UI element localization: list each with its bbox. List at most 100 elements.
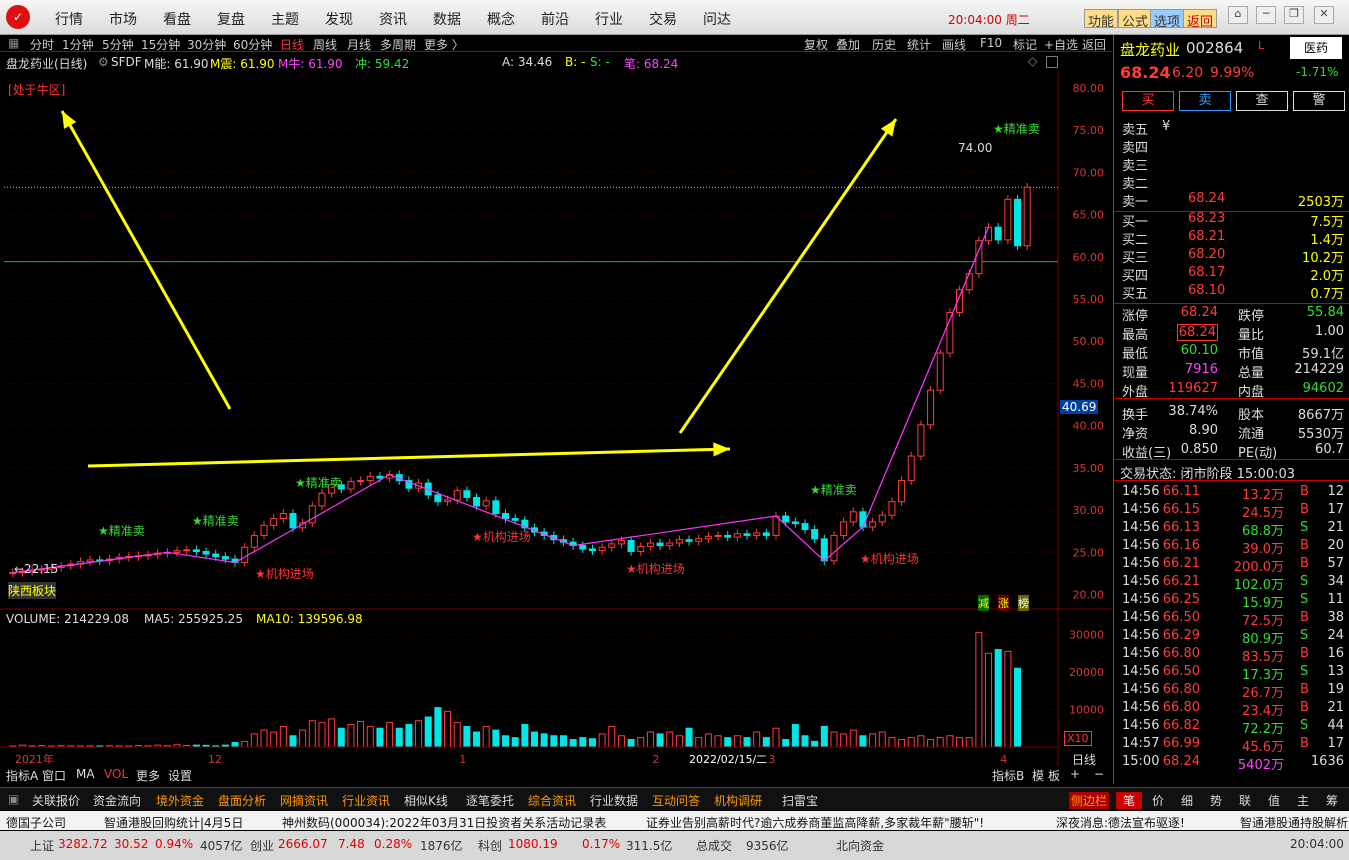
period-10[interactable]: 更多 〉 bbox=[424, 36, 464, 53]
chart-tool-0[interactable]: 复权 bbox=[804, 36, 828, 53]
info-tab-0[interactable]: 关联报价 bbox=[32, 792, 80, 809]
menu-item-3[interactable]: 复盘 bbox=[217, 9, 245, 29]
period-5[interactable]: 60分钟 bbox=[233, 36, 272, 53]
action-button-3[interactable]: 警 bbox=[1293, 91, 1345, 111]
menu-item-0[interactable]: 行情 bbox=[55, 9, 83, 29]
menu-tag-3[interactable]: 返回 bbox=[1183, 9, 1218, 30]
period-6[interactable]: 日线 bbox=[280, 36, 304, 53]
side-tab-4[interactable]: 联 bbox=[1232, 792, 1258, 809]
period-8[interactable]: 月线 bbox=[347, 36, 371, 53]
chart-canvas[interactable]: 80.00 75.00 70.00 65.00 60.00 55.00 50.00 45.00… bbox=[0, 71, 1112, 770]
chart-tool-3[interactable]: 统计 bbox=[907, 36, 931, 53]
close-icon[interactable]: ✕ bbox=[1314, 6, 1334, 24]
side-tab-7[interactable]: 筹 bbox=[1319, 792, 1345, 809]
trade-status: 交易状态: 闭市阶段 15:00:03 bbox=[1120, 467, 1296, 482]
jian-icon[interactable]: 减 bbox=[978, 595, 989, 611]
period-7[interactable]: 周线 bbox=[313, 36, 337, 53]
bang-icon[interactable]: 榜 bbox=[1018, 595, 1029, 611]
period-9[interactable]: 多周期 bbox=[380, 36, 416, 53]
app-logo-icon[interactable]: ✓ bbox=[6, 5, 30, 29]
chart-tool-4[interactable]: 画线 bbox=[942, 36, 966, 53]
info-tab-8[interactable]: 综合资讯 bbox=[528, 792, 576, 809]
info-tab-5[interactable]: 行业资讯 bbox=[342, 792, 390, 809]
zhang-icon[interactable]: 涨 bbox=[998, 595, 1009, 611]
side-tab-1[interactable]: 价 bbox=[1145, 792, 1171, 809]
indicator-tab-1[interactable]: 窗口 bbox=[42, 767, 66, 784]
indicator-tab-2[interactable]: MA bbox=[76, 767, 95, 781]
menu-tag-0[interactable]: 功能 bbox=[1084, 9, 1119, 30]
indicator-tab-right-0[interactable]: 指标B bbox=[992, 767, 1024, 784]
menu-item-7[interactable]: 数据 bbox=[433, 9, 461, 29]
menu-item-2[interactable]: 看盘 bbox=[163, 9, 191, 29]
action-button-0[interactable]: 买 bbox=[1122, 91, 1174, 111]
news-item-5[interactable]: 深夜消息:德法宣布驱逐! bbox=[1056, 814, 1185, 831]
settings-icon[interactable]: ⚙ bbox=[98, 55, 109, 69]
info-tab-9[interactable]: 行业数据 bbox=[590, 792, 638, 809]
news-item-4[interactable]: 证券业告别高薪时代?逾六成券商董监高降薪,多家裁年薪"腰斩"! bbox=[646, 814, 984, 831]
side-tab-6[interactable]: 主 bbox=[1290, 792, 1316, 809]
indicator-tab-right-3[interactable]: + bbox=[1070, 767, 1080, 781]
info-tab-4[interactable]: 网摘资讯 bbox=[280, 792, 328, 809]
chart-tool-5[interactable]: F10 bbox=[980, 36, 1002, 50]
info-tab-3[interactable]: 盘面分析 bbox=[218, 792, 266, 809]
indicator-tab-4[interactable]: 更多 bbox=[136, 767, 160, 784]
menu-tag-1[interactable]: 公式 bbox=[1118, 9, 1153, 30]
action-button-2[interactable]: 查 bbox=[1236, 91, 1288, 111]
x10-label[interactable]: X10 bbox=[1064, 731, 1092, 746]
menu-item-4[interactable]: 主题 bbox=[271, 9, 299, 29]
news-item-1[interactable]: 德国子公司 bbox=[6, 814, 66, 831]
indicator-tab-right-4[interactable]: − bbox=[1094, 767, 1104, 781]
side-tab-5[interactable]: 值 bbox=[1261, 792, 1287, 809]
info-tab-1[interactable]: 资金流向 bbox=[93, 792, 141, 809]
info-tab-6[interactable]: 相似K线 bbox=[404, 792, 448, 809]
chart-tool-2[interactable]: 历史 bbox=[872, 36, 896, 53]
info-tab-13[interactable]: 侧边栏 bbox=[1069, 792, 1110, 809]
info-tab-12[interactable]: 扫雷宝 bbox=[782, 792, 818, 809]
chart-tool-7[interactable]: +自选 bbox=[1044, 36, 1078, 53]
info-tab-11[interactable]: 机构调研 bbox=[714, 792, 762, 809]
period-0[interactable]: 分时 bbox=[30, 36, 54, 53]
menu-item-6[interactable]: 资讯 bbox=[379, 9, 407, 29]
news-item-6[interactable]: 智通港股通持股解析 bbox=[1240, 814, 1348, 831]
side-tab-0[interactable]: 笔 bbox=[1116, 792, 1142, 809]
menu-item-12[interactable]: 问达 bbox=[703, 9, 731, 29]
news-item-2[interactable]: 智通港股回购统计|4月5日 bbox=[104, 814, 243, 831]
menu-item-5[interactable]: 发现 bbox=[325, 9, 353, 29]
chart-tool-6[interactable]: 标记 bbox=[1013, 36, 1037, 53]
menu-item-8[interactable]: 概念 bbox=[487, 9, 515, 29]
chart-tool-8[interactable]: 返回 bbox=[1082, 36, 1106, 53]
trade-price: 66.99 bbox=[1162, 736, 1200, 751]
indicator-tab-right-1[interactable]: 模 bbox=[1032, 767, 1044, 784]
period-2[interactable]: 5分钟 bbox=[102, 36, 134, 53]
grid-icon[interactable]: ▦ bbox=[8, 36, 19, 50]
expand-icon[interactable] bbox=[1046, 56, 1058, 68]
toggle-icon[interactable]: ▣ bbox=[8, 792, 19, 806]
menu-item-11[interactable]: 交易 bbox=[649, 9, 677, 29]
menu-tag-2[interactable]: 选项 bbox=[1150, 9, 1185, 30]
info-tab-7[interactable]: 逐笔委托 bbox=[466, 792, 514, 809]
action-button-1[interactable]: 卖 bbox=[1179, 91, 1231, 111]
indicator-tab-right-2[interactable]: 板 bbox=[1048, 767, 1060, 784]
menu-item-9[interactable]: 前沿 bbox=[541, 9, 569, 29]
sector-button[interactable]: 医药 bbox=[1290, 37, 1342, 59]
indicator-tab-5[interactable]: 设置 bbox=[168, 767, 192, 784]
indicator-tab-0[interactable]: 指标A bbox=[6, 767, 38, 784]
diamond-icon[interactable]: ◇ bbox=[1028, 54, 1037, 68]
menu-item-1[interactable]: 市场 bbox=[109, 9, 137, 29]
menu-item-10[interactable]: 行业 bbox=[595, 9, 623, 29]
info-tab-10[interactable]: 互动问答 bbox=[652, 792, 700, 809]
side-tab-3[interactable]: 势 bbox=[1203, 792, 1229, 809]
period-4[interactable]: 30分钟 bbox=[187, 36, 226, 53]
kline-chart[interactable]: 80.00 75.00 70.00 65.00 60.00 55.00 50.00 45.00… bbox=[0, 71, 1112, 770]
restore-icon[interactable]: ❐ bbox=[1284, 6, 1304, 24]
period-1[interactable]: 1分钟 bbox=[62, 36, 94, 53]
period-3[interactable]: 15分钟 bbox=[141, 36, 180, 53]
minimize-icon[interactable]: ─ bbox=[1256, 6, 1276, 24]
news-item-3[interactable]: 神州数码(000034):2022年03月31日投资者关系活动记录表 bbox=[282, 814, 606, 831]
north-label[interactable]: 北向资金 bbox=[836, 837, 884, 854]
chart-tool-1[interactable]: 叠加 bbox=[836, 36, 860, 53]
skin-icon[interactable]: ⌂ bbox=[1228, 6, 1248, 24]
info-tab-2[interactable]: 境外资金 bbox=[156, 792, 204, 809]
indicator-tab-3[interactable]: VOL bbox=[104, 767, 128, 781]
side-tab-2[interactable]: 细 bbox=[1174, 792, 1200, 809]
